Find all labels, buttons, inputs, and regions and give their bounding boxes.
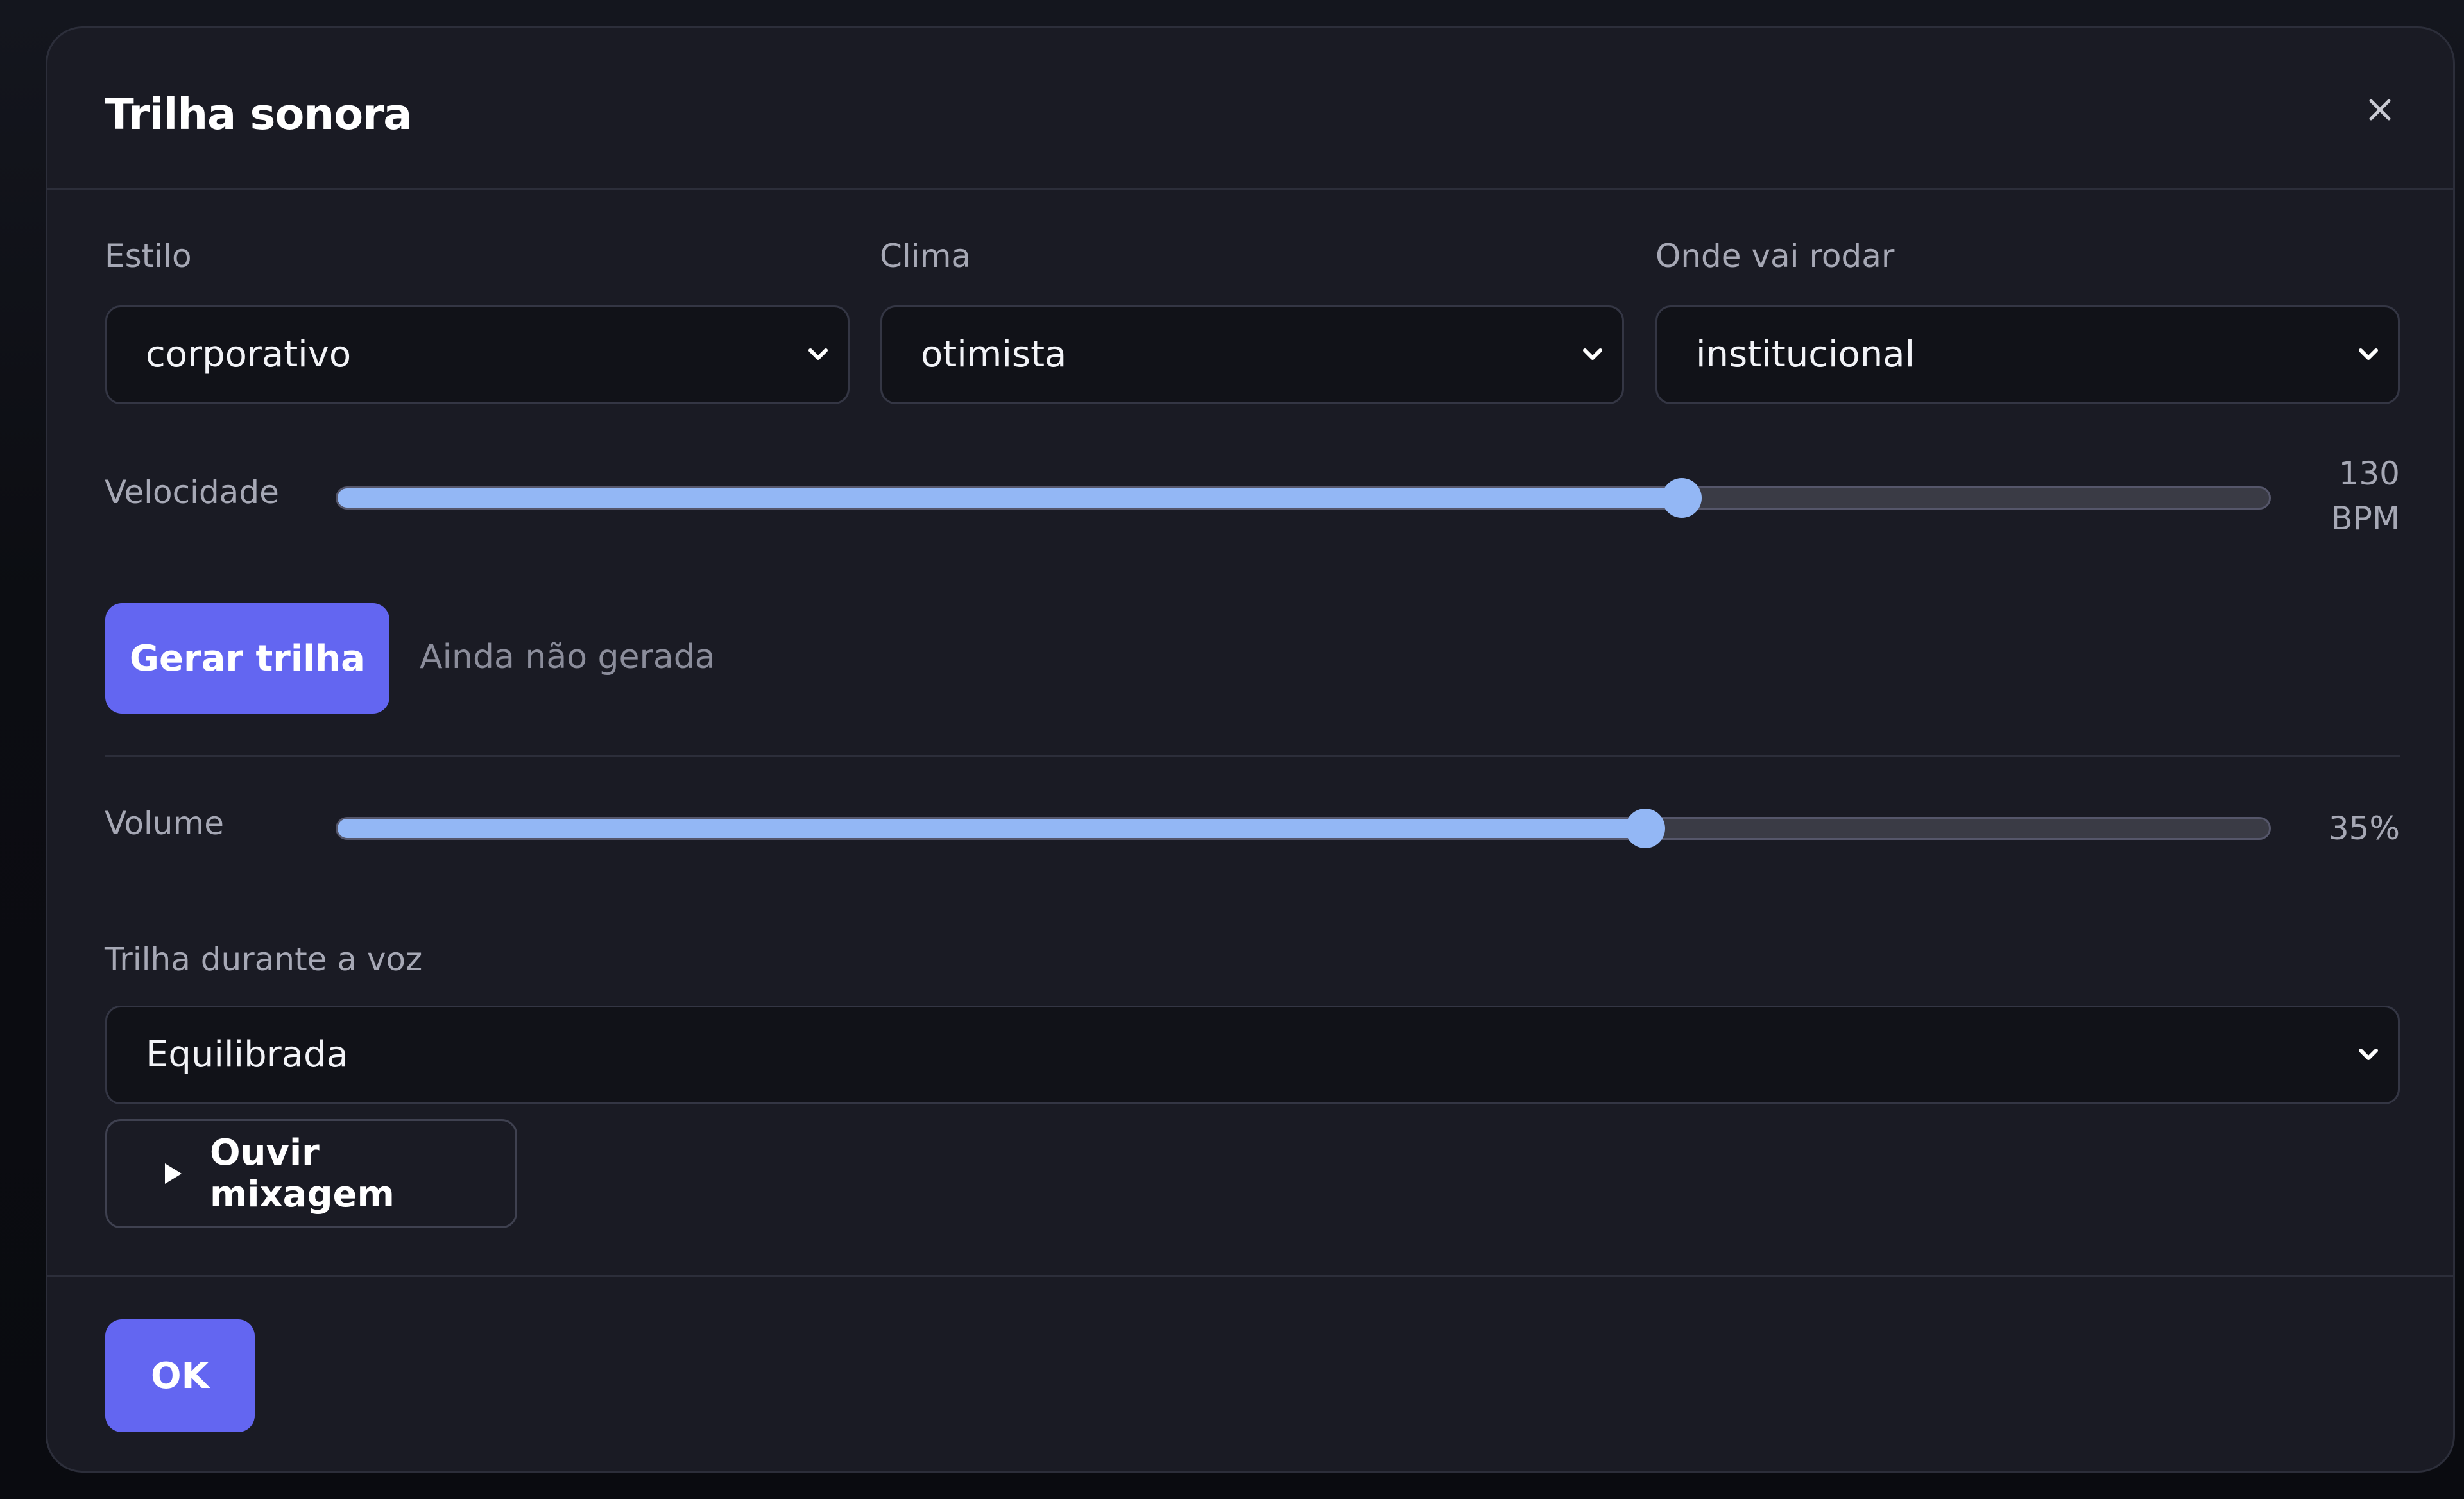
chevron-down-icon xyxy=(809,348,828,360)
generation-status: Ainda não gerada xyxy=(420,638,715,676)
ducking-label: Trilha durante a voz xyxy=(105,941,423,978)
generate-track-button[interactable]: Gerar trilha xyxy=(105,603,389,714)
ok-label: OK xyxy=(151,1355,209,1397)
onde-select[interactable]: institucional xyxy=(1656,305,2400,404)
chevron-down-icon xyxy=(2359,348,2378,360)
generate-track-label: Gerar trilha xyxy=(130,637,365,680)
onde-label: Onde vai rodar xyxy=(1656,237,1895,275)
estilo-select[interactable]: corporativo xyxy=(105,305,850,404)
preview-mix-label: Ouvir mixagem xyxy=(210,1132,395,1215)
clima-value: otimista xyxy=(921,334,1067,375)
estilo-value: corporativo xyxy=(146,334,352,375)
chevron-down-icon xyxy=(1583,348,1602,360)
close-icon xyxy=(2369,99,2391,121)
close-button[interactable] xyxy=(2351,81,2409,139)
velocidade-number: 130 xyxy=(2338,455,2400,492)
ducking-value: Equilibrada xyxy=(146,1034,348,1075)
velocidade-slider-fill xyxy=(338,488,1682,508)
estilo-label: Estilo xyxy=(105,237,192,275)
play-icon xyxy=(165,1163,182,1184)
velocidade-slider-thumb[interactable] xyxy=(1661,478,1702,518)
velocidade-label: Velocidade xyxy=(105,474,279,511)
clima-label: Clima xyxy=(880,237,971,275)
volume-label: Volume xyxy=(105,805,224,842)
volume-value: 35% xyxy=(2328,810,2400,847)
volume-slider-thumb[interactable] xyxy=(1625,809,1665,848)
soundtrack-dialog: Trilha sonora Estilo corporativo Clima o… xyxy=(46,26,2455,1473)
footer-divider xyxy=(47,1275,2453,1277)
volume-slider[interactable] xyxy=(336,809,2271,848)
chevron-down-icon xyxy=(2359,1049,2378,1060)
ok-button[interactable]: OK xyxy=(105,1319,255,1432)
section-divider xyxy=(105,755,2400,757)
preview-mix-button[interactable]: Ouvir mixagem xyxy=(105,1119,517,1228)
volume-slider-fill xyxy=(338,819,1645,838)
velocidade-unit: BPM xyxy=(2331,500,2400,537)
onde-value: institucional xyxy=(1696,334,1915,375)
dialog-header: Trilha sonora xyxy=(47,28,2453,190)
dialog-title: Trilha sonora xyxy=(105,89,412,139)
velocidade-slider[interactable] xyxy=(336,478,2271,518)
ducking-select[interactable]: Equilibrada xyxy=(105,1006,2400,1104)
velocidade-value: 130 BPM xyxy=(2287,451,2400,541)
clima-select[interactable]: otimista xyxy=(880,305,1624,404)
